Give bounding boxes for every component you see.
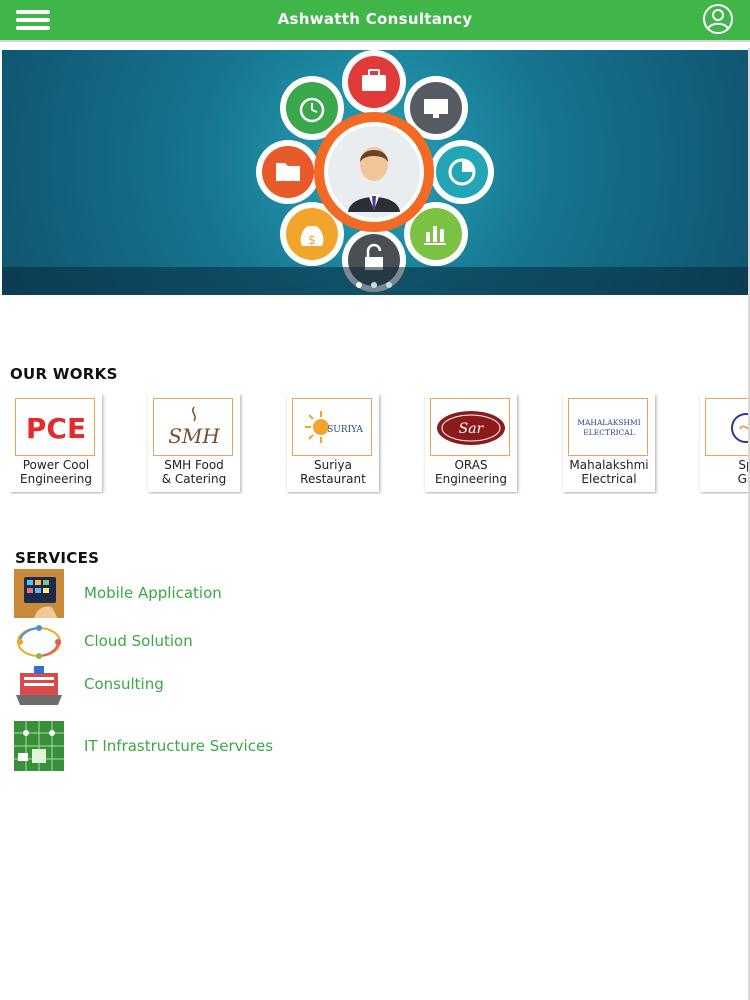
suriya-logo: SURIYA [292,398,372,456]
mahalakshmi-logo-text-2: ELECTRICAL [583,428,634,437]
pce-logo-text: PCE [26,412,86,445]
mahalakshmi-logo: MAHALAKSHMI ELECTRICAL [568,398,648,456]
service-label[interactable]: Consulting [84,675,164,693]
work-name-line2: & Catering [161,472,227,486]
service-it-infrastructure[interactable]: IT Infrastructure Services [14,721,284,771]
svg-text:$: $ [308,233,316,247]
work-name-line2: Electrical [581,472,637,486]
carousel-indicators[interactable] [352,282,396,290]
carousel-dot[interactable] [386,282,392,288]
work-name-line2: Ga [737,472,750,486]
businessman-icon [314,112,434,232]
work-name-line1: ORAS [454,458,488,472]
work-card-suriya[interactable]: SURIYA Suriya Restaurant [287,394,379,492]
work-name-line1: Sp [738,458,750,472]
work-name-line1: Mahalakshmi [569,458,649,472]
consulting-thumbnail [14,663,64,713]
smh-logo-text: SMH [168,424,220,448]
app-title: Ashwatth Consultancy [277,10,473,28]
cloud-cycle-thumbnail [14,618,64,668]
oras-logo-text: Sar [459,421,485,437]
smh-logo: SMH [153,398,233,456]
work-card-smh-food[interactable]: SMH SMH Food & Catering [148,394,240,492]
service-mobile-application[interactable]: Mobile Application [14,569,274,619]
services-heading: SERVICES [15,549,100,567]
service-label[interactable]: IT Infrastructure Services [84,737,273,755]
pce-logo: PCE [15,398,95,456]
pie-chart-icon [430,140,494,204]
suriya-logo-text: SURIYA [327,425,363,435]
work-name-line2: Restaurant [300,472,366,486]
it-infrastructure-thumbnail [14,721,64,771]
partial-logo [705,398,750,456]
service-consulting[interactable]: Consulting [14,663,194,713]
works-carousel[interactable]: PCE Power Cool Engineering SMH SMH Food … [10,394,750,494]
work-card-mahalakshmi[interactable]: MAHALAKSHMI ELECTRICAL Mahalakshmi Elect… [563,394,655,492]
mobile-app-thumbnail [14,569,64,619]
work-name-line1: SMH Food [164,458,224,472]
carousel-dot[interactable] [371,282,377,288]
oras-logo: Sar [430,398,510,456]
work-card-partial[interactable]: Sp Ga [700,394,750,492]
app-bar-divider [0,40,750,48]
work-name-line2: Engineering [20,472,92,486]
work-name-line2: Engineering [435,472,507,486]
mahalakshmi-logo-text-1: MAHALAKSHMI [577,418,640,427]
work-card-oras[interactable]: Sar ORAS Engineering [425,394,517,492]
user-profile-icon [703,4,733,34]
service-cloud-solution[interactable]: Cloud Solution [14,618,214,668]
banner-carousel[interactable]: $ [2,50,748,295]
service-label[interactable]: Cloud Solution [84,632,193,650]
banner-illustration: $ [256,50,494,292]
user-profile-button[interactable] [702,3,734,35]
work-card-power-cool[interactable]: PCE Power Cool Engineering [10,394,102,492]
briefcase-icon [342,50,406,114]
banner-caption-strip [2,267,748,295]
folder-icon [256,140,320,204]
our-works-heading: OUR WORKS [10,365,118,383]
app-bar: Ashwatth Consultancy [0,0,750,40]
service-label[interactable]: Mobile Application [84,584,222,602]
carousel-dot-active[interactable] [356,282,362,288]
work-name-line1: Suriya [314,458,352,472]
work-name-line1: Power Cool [22,458,90,472]
